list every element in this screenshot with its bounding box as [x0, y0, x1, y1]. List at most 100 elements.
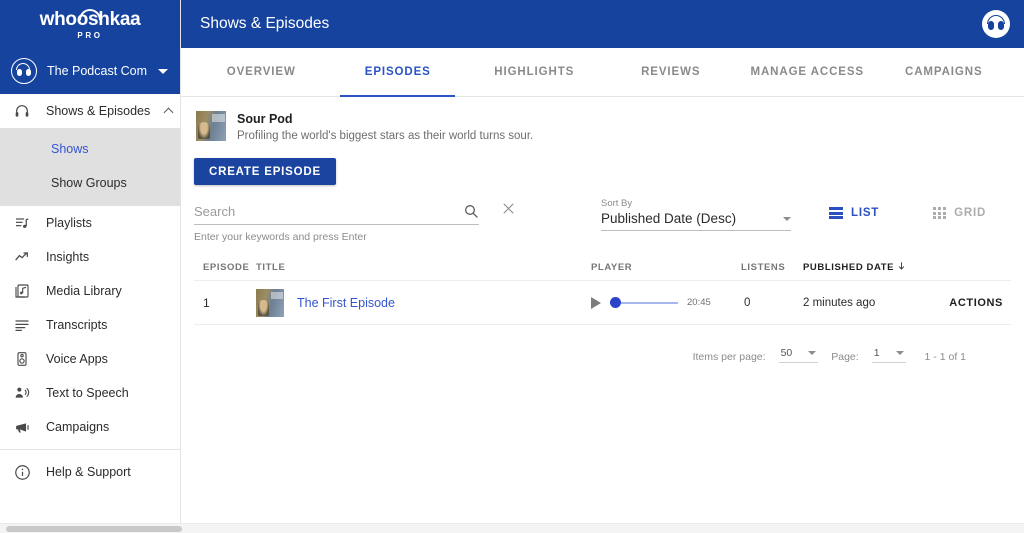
search-field[interactable]: [194, 203, 479, 225]
brand-logo: whooshkaa PRO: [0, 0, 180, 48]
sidebar-item-help-support[interactable]: Help & Support: [0, 455, 180, 489]
sidebar-item-media-library[interactable]: Media Library: [0, 274, 180, 308]
row-published-date: 2 minutes ago: [803, 296, 876, 309]
show-artwork: [196, 111, 226, 141]
chevron-up-icon[interactable]: [163, 107, 174, 118]
sidebar-item-voice-apps[interactable]: Voice Apps: [0, 342, 180, 376]
sidebar-item-shows[interactable]: Shows: [0, 132, 180, 166]
list-view-icon: [829, 207, 843, 219]
items-per-page-value: 50: [780, 347, 793, 359]
create-episode-button[interactable]: CREATE EPISODE: [194, 158, 336, 185]
megaphone-icon: [13, 418, 31, 436]
row-player-cell: 20:45: [591, 296, 741, 309]
row-actions-button[interactable]: ACTIONS: [913, 297, 1003, 309]
arrow-down-icon: [897, 261, 906, 274]
caret-down-icon: [808, 351, 817, 355]
sort-by-label: Sort By: [601, 198, 633, 209]
app-root: whooshkaa PRO The Podcast Com... Shows &…: [0, 0, 1024, 533]
row-listens: 0: [744, 296, 751, 309]
sidebar-item-label: Help & Support: [46, 465, 131, 479]
sidebar-item-campaigns[interactable]: Campaigns: [0, 410, 180, 444]
sort-by-value: Published Date (Desc): [601, 211, 737, 226]
sidebar-item-label: Transcripts: [46, 318, 108, 332]
person-speaking-icon: [13, 384, 31, 402]
items-per-page-label: Items per page:: [692, 351, 766, 363]
show-title: Sour Pod: [237, 112, 293, 126]
play-icon[interactable]: [591, 296, 601, 309]
episode-duration: 20:45: [687, 297, 711, 308]
info-circle-icon: [13, 463, 31, 481]
sidebar-item-label: Playlists: [46, 216, 92, 230]
sidebar-item-label: Media Library: [46, 284, 122, 298]
sidebar-divider: [0, 449, 180, 450]
column-header-published-date-label: PUBLISHED DATE: [803, 262, 895, 273]
scrollbar-thumb[interactable]: [6, 526, 182, 532]
headphones-avatar-icon[interactable]: [982, 10, 1010, 38]
sidebar-nav: Shows & Episodes Shows Show Groups Playl…: [0, 94, 180, 489]
tab-highlights[interactable]: HIGHLIGHTS: [466, 48, 603, 96]
episode-artwork: [256, 288, 284, 317]
paginator: Items per page: 50 Page: 1 1 - 1 of 1: [181, 325, 1024, 363]
speaker-icon: [13, 350, 31, 368]
grid-view-button[interactable]: GRID: [933, 207, 986, 219]
column-header-listens[interactable]: LISTENS: [741, 262, 803, 273]
caret-down-icon: [895, 351, 904, 355]
page-value: 1: [873, 347, 880, 359]
column-header-episode[interactable]: EPISODE: [194, 262, 256, 273]
sidebar-item-shows-episodes[interactable]: Shows & Episodes: [0, 94, 180, 128]
tab-reviews[interactable]: REVIEWS: [603, 48, 740, 96]
page-select[interactable]: 1: [871, 347, 906, 363]
sort-by-select[interactable]: Sort By Published Date (Desc): [601, 198, 791, 231]
sidebar-item-label: Campaigns: [46, 420, 110, 434]
list-controls: Enter your keywords and press Enter Sort…: [181, 185, 1024, 251]
table-header-row: EPISODE TITLE PLAYER LISTENS PUBLISHED D…: [194, 255, 1011, 281]
grid-view-label: GRID: [954, 207, 987, 219]
sidebar-item-text-to-speech[interactable]: Text to Speech: [0, 376, 180, 410]
grid-view-icon: [933, 207, 947, 219]
sidebar: whooshkaa PRO The Podcast Com... Shows &…: [0, 0, 181, 533]
org-selector[interactable]: The Podcast Com...: [0, 48, 180, 94]
row-episode-number: 1: [203, 295, 210, 310]
sidebar-item-label: Text to Speech: [46, 386, 129, 400]
page-label: Page:: [831, 351, 859, 363]
trending-up-icon: [13, 248, 31, 266]
org-name: The Podcast Com...: [47, 64, 148, 78]
sidebar-item-show-groups[interactable]: Show Groups: [0, 166, 180, 200]
search-icon[interactable]: [463, 203, 479, 219]
page-title: Shows & Episodes: [200, 15, 330, 32]
list-view-button[interactable]: LIST: [829, 207, 879, 219]
sidebar-item-insights[interactable]: Insights: [0, 240, 180, 274]
column-header-title[interactable]: TITLE: [256, 262, 591, 273]
main-content: Shows & Episodes OVERVIEW EPISODES HIGHL…: [181, 0, 1024, 533]
media-library-icon: [13, 282, 31, 300]
show-summary: Sour Pod Profiling the world's biggest s…: [181, 97, 1024, 144]
player-progress-slider[interactable]: [610, 297, 678, 309]
items-per-page-select[interactable]: 50: [778, 347, 819, 363]
caret-down-icon[interactable]: [158, 68, 168, 74]
sidebar-item-playlists[interactable]: Playlists: [0, 206, 180, 240]
transcript-lines-icon: [13, 316, 31, 334]
close-icon[interactable]: [501, 201, 516, 221]
headphones-circle-icon: [11, 58, 37, 84]
row-title-cell: The First Episode: [256, 288, 591, 317]
tab-campaigns[interactable]: CAMPAIGNS: [876, 48, 1013, 96]
tab-episodes[interactable]: EPISODES: [330, 48, 467, 97]
search-area: Enter your keywords and press Enter: [194, 203, 479, 243]
tab-overview[interactable]: OVERVIEW: [193, 48, 330, 96]
sidebar-submenu: Shows Show Groups: [0, 128, 180, 206]
sidebar-item-transcripts[interactable]: Transcripts: [0, 308, 180, 342]
headphones-icon: [13, 102, 31, 120]
view-toggle-group: LIST GRID: [829, 207, 986, 219]
column-header-published-date[interactable]: PUBLISHED DATE: [803, 261, 913, 274]
sidebar-item-label: Voice Apps: [46, 352, 108, 366]
tab-bar: OVERVIEW EPISODES HIGHLIGHTS REVIEWS MAN…: [181, 48, 1024, 97]
horizontal-scrollbar[interactable]: [0, 523, 1024, 533]
playlist-icon: [13, 214, 31, 232]
show-description: Profiling the world's biggest stars as t…: [237, 130, 534, 142]
episodes-table: EPISODE TITLE PLAYER LISTENS PUBLISHED D…: [194, 255, 1011, 325]
table-row[interactable]: 1 The First Episode 20:45 0 2 minutes ag…: [194, 281, 1011, 325]
search-input[interactable]: [194, 203, 463, 219]
caret-down-icon[interactable]: [783, 216, 791, 221]
tab-manage-access[interactable]: MANAGE ACCESS: [739, 48, 876, 96]
episode-title-link[interactable]: The First Episode: [297, 296, 395, 310]
